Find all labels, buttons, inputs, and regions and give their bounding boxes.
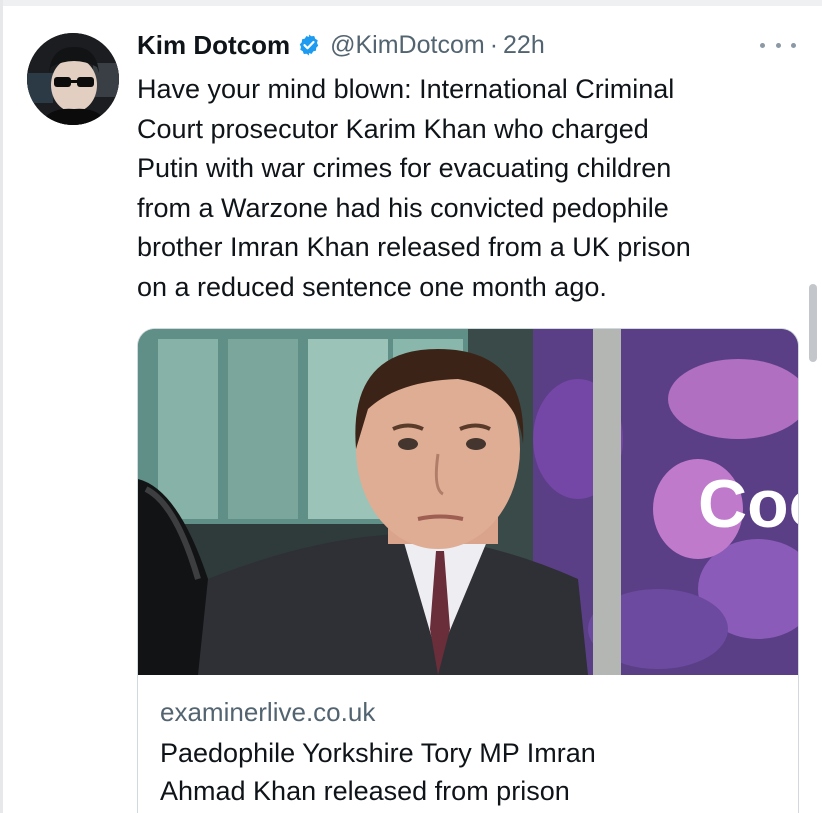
more-dot xyxy=(775,42,781,48)
left-divider xyxy=(0,0,3,813)
photo-sign-text: Coo xyxy=(698,466,798,542)
more-dot xyxy=(791,42,796,48)
avatar-image xyxy=(27,33,119,125)
link-card[interactable]: Coo examinerlive.co.uk Paedophile Yorksh… xyxy=(137,328,799,813)
verified-badge-icon xyxy=(299,34,319,56)
top-divider xyxy=(0,0,822,6)
tweet-timestamp[interactable]: 22h xyxy=(503,31,545,60)
more-options-icon[interactable] xyxy=(760,34,796,56)
scrollbar-thumb[interactable] xyxy=(809,284,817,362)
card-photo: Coo xyxy=(138,329,798,675)
card-title: Paedophile Yorkshire Tory MP Imran Ahmad… xyxy=(160,738,596,806)
tweet-text: Have your mind blown: International Crim… xyxy=(137,74,691,302)
separator-dot: · xyxy=(489,30,499,59)
author-handle[interactable]: @KimDotcom xyxy=(330,31,485,60)
tweet-header: Kim Dotcom @KimDotcom · 22h xyxy=(137,28,545,62)
avatar[interactable] xyxy=(27,33,119,125)
more-dot xyxy=(760,42,765,48)
card-domain: examinerlive.co.uk xyxy=(160,697,376,727)
author-name[interactable]: Kim Dotcom xyxy=(137,30,290,61)
